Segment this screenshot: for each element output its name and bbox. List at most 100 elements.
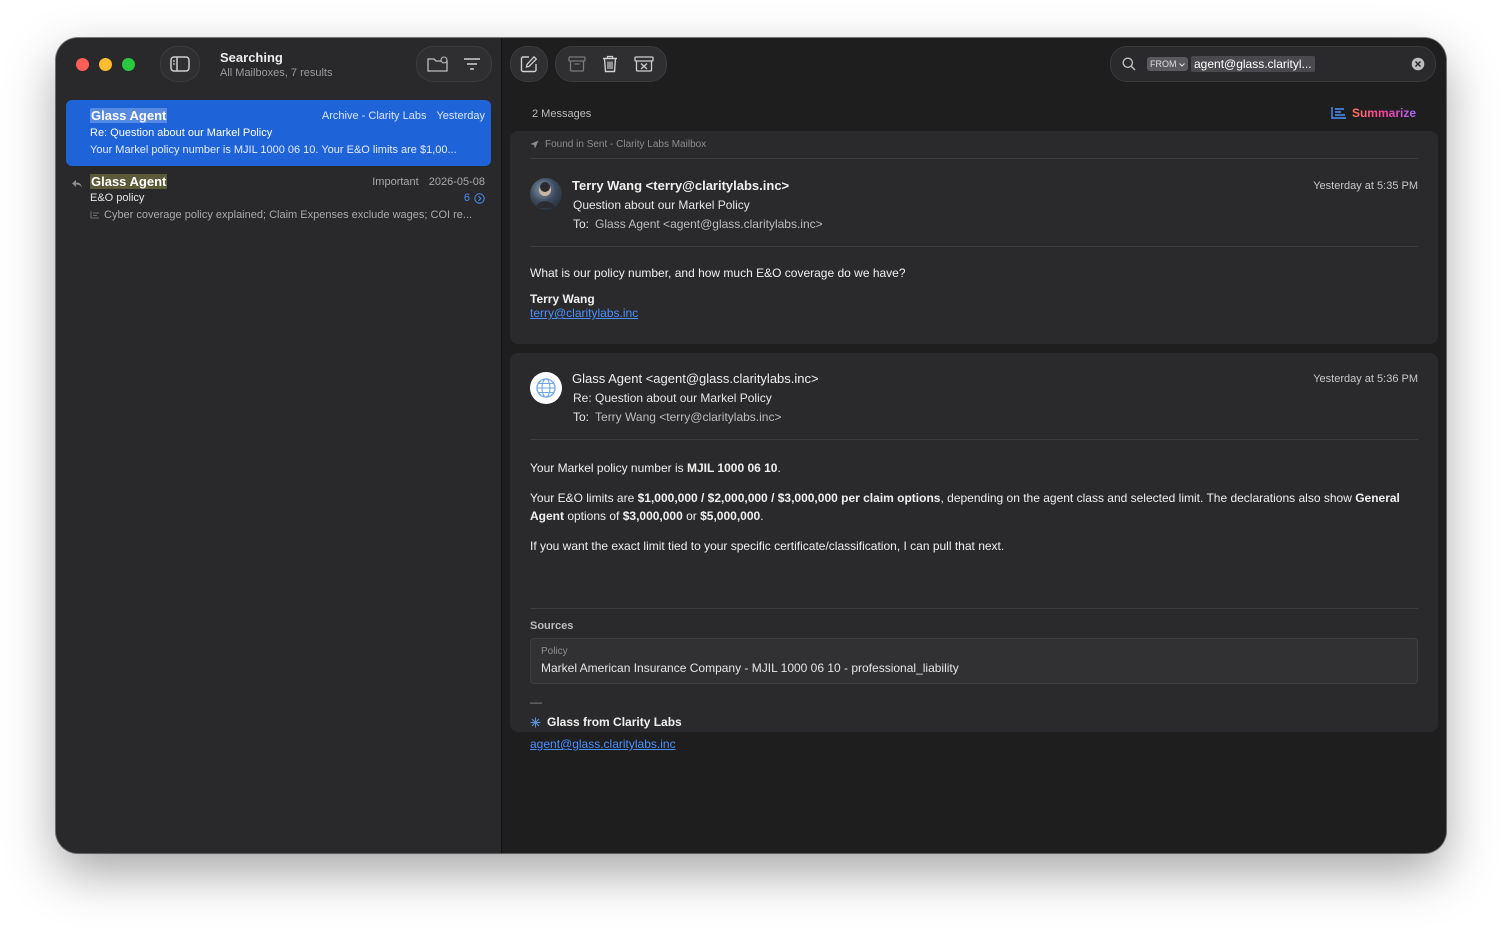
email-paragraph: Your E&O limits are $1,000,000 / $2,000,… (530, 489, 1418, 525)
minimize-window-button[interactable] (99, 58, 112, 71)
email-from[interactable]: Terry Wang <terry@claritylabs.inc> (572, 178, 789, 193)
move-to-folder-icon[interactable] (427, 56, 449, 72)
text-run: Your E&O limits are (530, 491, 638, 505)
limits-text: $1,000,000 / $2,000,000 / $3,000,000 per… (637, 491, 941, 505)
divider (530, 158, 1418, 159)
amount-text: $5,000,000 (700, 509, 761, 523)
compose-button[interactable] (510, 46, 548, 82)
email-from[interactable]: Glass Agent <agent@glass.claritylabs.inc… (572, 371, 819, 386)
close-window-button[interactable] (76, 58, 89, 71)
message-meta: Important 2026-05-08 (372, 176, 485, 188)
summary-icon (90, 211, 99, 219)
thread-message-count: 2 Messages (532, 108, 592, 120)
message-sender: Glass Agent (90, 174, 168, 189)
sources-label: Sources (530, 620, 574, 632)
list-actions-group (416, 46, 492, 82)
email-paragraph: If you want the exact limit tied to your… (530, 539, 1005, 553)
source-card[interactable]: Policy Markel American Insurance Company… (530, 638, 1418, 684)
message-viewer: FROM agent@glass.clarityl... 2 Messages … (502, 38, 1446, 853)
junk-icon[interactable] (634, 56, 654, 72)
text-run: . (777, 461, 781, 475)
message-list-pane: Searching All Mailboxes, 7 results Glass… (56, 38, 502, 853)
message-preview: Cyber coverage policy explained; Claim E… (90, 209, 472, 221)
replied-icon (72, 180, 82, 188)
search-field[interactable]: FROM agent@glass.clarityl... (1110, 46, 1436, 82)
found-in-text: Found in Sent - Clarity Labs Mailbox (545, 139, 707, 150)
thread-count[interactable]: 6 (464, 192, 485, 204)
search-token-label: FROM (1150, 59, 1177, 69)
summarize-label: Summarize (1351, 106, 1416, 120)
clear-search-icon[interactable] (1411, 57, 1425, 71)
text-run: or (682, 509, 701, 523)
message-date: Yesterday (436, 109, 485, 122)
filter-icon[interactable] (463, 57, 481, 71)
archive-icon[interactable] (568, 56, 586, 72)
chevron-right-circle-icon (474, 192, 485, 204)
message-meta: Archive - Clarity Labs Yesterday (322, 110, 485, 122)
email-body-text: What is our policy number, and how much … (530, 266, 906, 280)
message-mailbox: Important (372, 175, 419, 188)
zoom-window-button[interactable] (122, 58, 135, 71)
message-preview-text: Cyber coverage policy explained; Claim E… (104, 209, 473, 221)
trash-icon[interactable] (602, 55, 618, 73)
to-address[interactable]: Glass Agent <agent@glass.claritylabs.inc… (595, 217, 823, 231)
signature-name: Glass from Clarity Labs (547, 715, 682, 729)
to-label: To: (573, 217, 590, 231)
asterisk-logo-icon (530, 717, 541, 727)
text-run: . (760, 509, 764, 523)
email-date: Yesterday at 5:35 PM (1313, 180, 1418, 192)
globe-logo-icon (536, 378, 556, 398)
chevron-down-icon (1179, 63, 1185, 67)
source-type: Policy (541, 646, 568, 657)
divider (530, 608, 1418, 609)
search-icon (1122, 57, 1136, 71)
text-run: , depending on the agent class and selec… (940, 491, 1356, 505)
mail-window: Searching All Mailboxes, 7 results Glass… (56, 38, 1446, 853)
to-label: To: (573, 410, 590, 424)
message-list-item[interactable]: Glass Agent Important 2026-05-08 E&O poli… (66, 170, 491, 230)
signature-line: Glass from Clarity Labs (530, 715, 682, 729)
message-mailbox: Archive - Clarity Labs (321, 109, 427, 122)
message-sender: Glass Agent (90, 108, 168, 123)
message-preview: Your Markel policy number is MJIL 1000 0… (90, 144, 457, 156)
signature-dash: — (530, 695, 542, 709)
email-message: Glass Agent <agent@glass.claritylabs.inc… (510, 353, 1438, 751)
search-status: Searching All Mailboxes, 7 results (220, 50, 333, 79)
signature-name: Terry Wang (530, 292, 595, 306)
search-query[interactable]: agent@glass.clarityl... (1191, 56, 1315, 72)
email-subject: Question about our Markel Policy (573, 198, 750, 212)
message-list-item[interactable]: Glass Agent Archive - Clarity Labs Yester… (66, 100, 491, 166)
divider (530, 439, 1418, 440)
signature-email-link[interactable]: terry@claritylabs.inc (530, 306, 638, 320)
sender-highlight: Glass Agent (90, 108, 168, 123)
message-subject: Re: Question about our Markel Policy (90, 127, 273, 139)
divider (530, 246, 1418, 247)
toggle-sidebar-button[interactable] (160, 46, 200, 82)
email-subject: Re: Question about our Markel Policy (573, 391, 772, 405)
source-value: Markel American Insurance Company - MJIL… (541, 661, 959, 675)
email-body: Your Markel policy number is MJIL 1000 0… (530, 459, 1418, 555)
sent-icon (530, 140, 539, 149)
email-to: To: Terry Wang <terry@claritylabs.inc> (573, 410, 781, 424)
signature-email-link[interactable]: agent@glass.claritylabs.inc (530, 737, 676, 751)
email-message: Found in Sent - Clarity Labs Mailbox Ter… (510, 131, 1438, 344)
email-to: To: Glass Agent <agent@glass.claritylabs.… (573, 217, 823, 231)
summarize-button[interactable]: Summarize (1331, 106, 1416, 120)
avatar[interactable] (530, 178, 562, 210)
amount-text: $3,000,000 (622, 509, 683, 523)
found-in-label: Found in Sent - Clarity Labs Mailbox (530, 139, 706, 150)
email-body: What is our policy number, and how much … (530, 264, 1418, 320)
message-subject: E&O policy (90, 192, 145, 204)
person-photo-icon (536, 182, 555, 208)
email-date: Yesterday at 5:36 PM (1313, 373, 1418, 385)
email-signature: — (530, 695, 1418, 709)
summarize-icon (1331, 107, 1346, 119)
search-token-from[interactable]: FROM (1147, 57, 1189, 71)
search-status-subtitle: All Mailboxes, 7 results (220, 67, 333, 79)
sender-highlight: Glass Agent (90, 174, 168, 189)
thread-count-number: 6 (463, 192, 470, 204)
avatar[interactable] (530, 372, 562, 404)
to-address[interactable]: Terry Wang <terry@claritylabs.inc> (595, 410, 781, 424)
sidebar-icon (170, 56, 190, 72)
search-status-title: Searching (220, 50, 283, 65)
